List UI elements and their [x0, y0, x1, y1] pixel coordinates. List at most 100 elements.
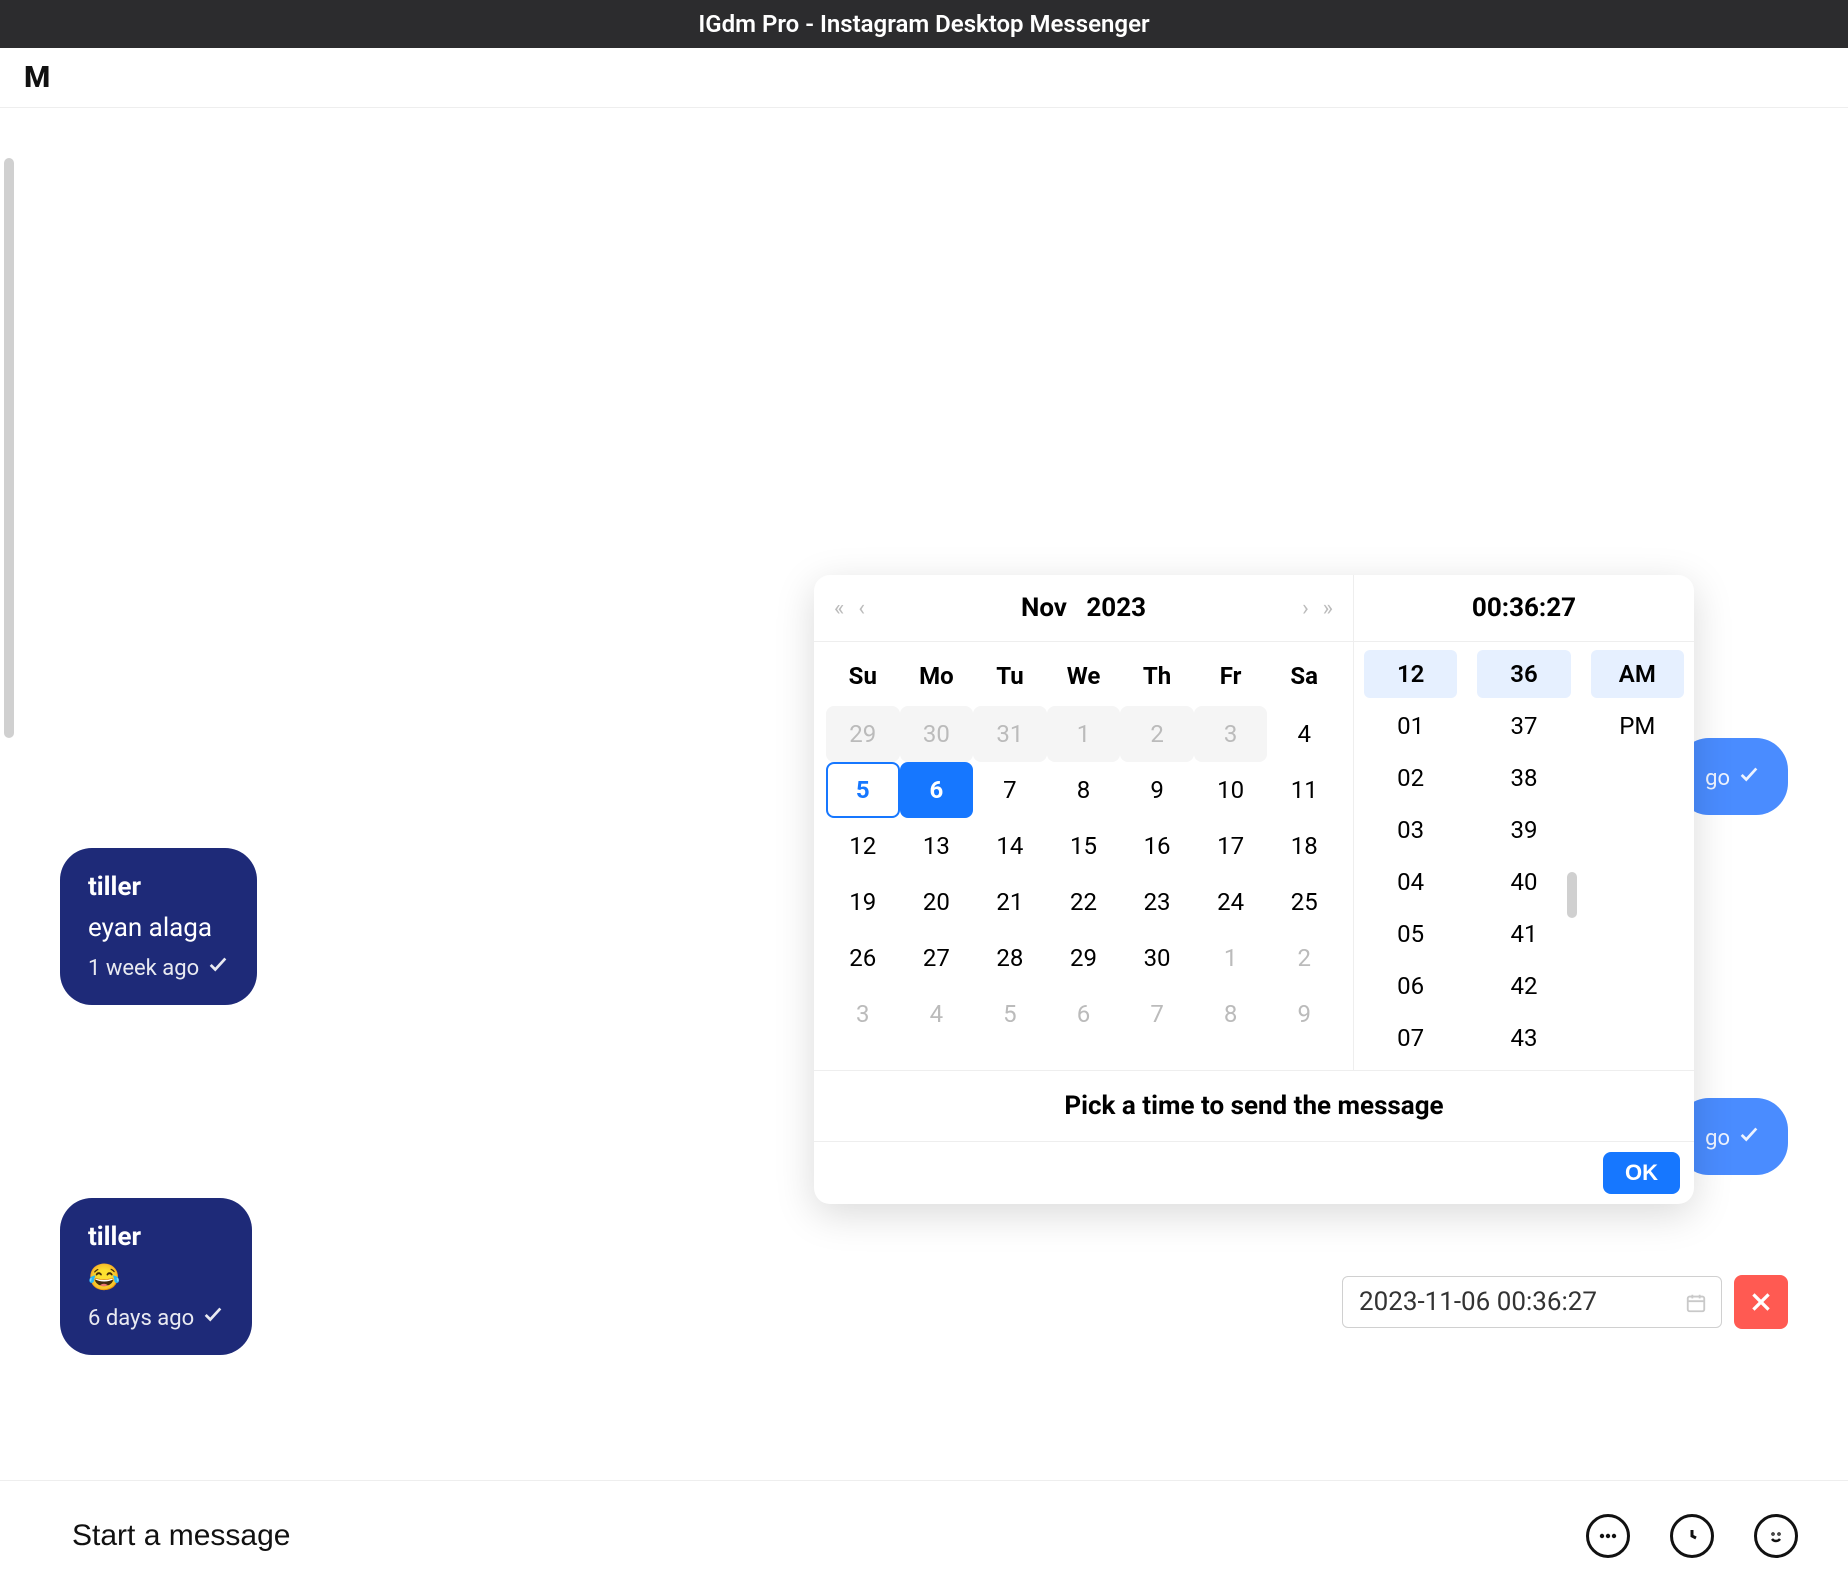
app-title: IGdm Pro - Instagram Desktop Messenger [698, 10, 1149, 38]
scrollbar[interactable] [4, 158, 14, 738]
minute-column[interactable]: 36 37 38 39 40 41 42 43 [1467, 642, 1580, 1070]
minute-option[interactable]: 39 [1477, 806, 1570, 854]
day-cell[interactable]: 15 [1047, 818, 1121, 874]
weekday-header: Su Mo Tu We Th Fr Sa [814, 642, 1353, 706]
weekday: Su [826, 652, 900, 700]
day-cell[interactable]: 9 [1120, 762, 1194, 818]
day-cell[interactable]: 28 [973, 930, 1047, 986]
day-cell-selected[interactable]: 6 [900, 762, 974, 818]
minute-option[interactable]: 36 [1477, 650, 1570, 698]
calendar-icon [1685, 1291, 1707, 1313]
day-cell[interactable]: 14 [973, 818, 1047, 874]
day-cell[interactable]: 22 [1047, 874, 1121, 930]
scrollbar[interactable] [1567, 872, 1577, 918]
check-icon [202, 1302, 224, 1335]
hour-option[interactable]: 04 [1364, 858, 1457, 906]
day-cell[interactable]: 29 [1047, 930, 1121, 986]
message-received[interactable]: tiller eyan alaga 1 week ago [60, 848, 257, 1005]
day-cell[interactable]: 26 [826, 930, 900, 986]
picker-hint: Pick a time to send the message [814, 1070, 1694, 1141]
day-cell[interactable]: 12 [826, 818, 900, 874]
day-cell[interactable]: 4 [900, 986, 974, 1042]
day-cell[interactable]: 3 [826, 986, 900, 1042]
hour-option[interactable]: 06 [1364, 962, 1457, 1010]
time-label: 00:36:27 [1354, 575, 1694, 642]
message-received[interactable]: tiller 😂 6 days ago [60, 1198, 252, 1355]
day-cell[interactable]: 19 [826, 874, 900, 930]
day-cell[interactable]: 17 [1194, 818, 1268, 874]
hour-option[interactable]: 05 [1364, 910, 1457, 958]
timestamp-text: go [1705, 762, 1730, 795]
day-cell[interactable]: 30 [900, 706, 974, 762]
minute-option[interactable]: 38 [1477, 754, 1570, 802]
prev-month-button[interactable]: ‹ [858, 596, 865, 621]
prev-year-button[interactable]: « [834, 596, 844, 621]
weekday: Sa [1267, 652, 1341, 700]
hour-option[interactable]: 02 [1364, 754, 1457, 802]
day-cell[interactable]: 25 [1267, 874, 1341, 930]
day-cell[interactable]: 3 [1194, 706, 1268, 762]
day-cell[interactable]: 16 [1120, 818, 1194, 874]
day-cell[interactable]: 2 [1120, 706, 1194, 762]
day-cell[interactable]: 6 [1047, 986, 1121, 1042]
ampm-option[interactable]: AM [1591, 650, 1684, 698]
day-cell[interactable]: 8 [1194, 986, 1268, 1042]
day-cell[interactable]: 31 [973, 706, 1047, 762]
day-cell[interactable]: 23 [1120, 874, 1194, 930]
cancel-schedule-button[interactable] [1734, 1275, 1788, 1329]
message-input[interactable] [72, 1519, 1586, 1553]
hour-option[interactable]: 03 [1364, 806, 1457, 854]
message-text: 😂 [88, 1259, 224, 1298]
day-cell[interactable]: 30 [1120, 930, 1194, 986]
day-cell[interactable]: 11 [1267, 762, 1341, 818]
day-cell[interactable]: 20 [900, 874, 974, 930]
message-sender: tiller [88, 1218, 224, 1257]
ampm-column[interactable]: AM PM [1581, 642, 1694, 1070]
day-cell[interactable]: 18 [1267, 818, 1341, 874]
chat-header: M [0, 48, 1848, 108]
year-label: 2023 [1086, 593, 1146, 623]
day-cell[interactable]: 8 [1047, 762, 1121, 818]
emoji-button[interactable] [1754, 1514, 1798, 1558]
attachment-button[interactable] [1586, 1514, 1630, 1558]
day-cell[interactable]: 10 [1194, 762, 1268, 818]
ok-button[interactable]: OK [1603, 1152, 1680, 1194]
message-timestamp: 6 days ago [88, 1302, 224, 1335]
day-cell[interactable]: 29 [826, 706, 900, 762]
day-cell[interactable]: 9 [1267, 986, 1341, 1042]
hour-option[interactable]: 07 [1364, 1014, 1457, 1062]
ampm-option[interactable]: PM [1591, 702, 1684, 750]
schedule-datetime-input[interactable]: 2023-11-06 00:36:27 [1342, 1276, 1722, 1328]
next-year-button[interactable]: » [1323, 596, 1333, 621]
day-cell[interactable]: 7 [973, 762, 1047, 818]
minute-option[interactable]: 41 [1477, 910, 1570, 958]
day-cell[interactable]: 21 [973, 874, 1047, 930]
check-icon [207, 952, 229, 985]
minute-option[interactable]: 37 [1477, 702, 1570, 750]
avatar[interactable]: M [24, 60, 50, 95]
next-month-button[interactable]: › [1302, 596, 1309, 621]
message-sender: tiller [88, 868, 229, 907]
hour-column[interactable]: 12 01 02 03 04 05 06 07 [1354, 642, 1467, 1070]
day-cell[interactable]: 1 [1047, 706, 1121, 762]
minute-option[interactable]: 40 [1477, 858, 1570, 906]
day-cell[interactable]: 1 [1194, 930, 1268, 986]
hour-option[interactable]: 01 [1364, 702, 1457, 750]
hour-option[interactable]: 12 [1364, 650, 1457, 698]
day-cell[interactable]: 7 [1120, 986, 1194, 1042]
month-label: Nov [1021, 593, 1067, 623]
schedule-datetime-value: 2023-11-06 00:36:27 [1359, 1287, 1597, 1317]
day-cell[interactable]: 24 [1194, 874, 1268, 930]
day-cell[interactable]: 5 [973, 986, 1047, 1042]
minute-option[interactable]: 43 [1477, 1014, 1570, 1062]
check-icon [1738, 762, 1760, 795]
day-cell[interactable]: 4 [1267, 706, 1341, 762]
schedule-button[interactable] [1670, 1514, 1714, 1558]
timestamp-text: go [1705, 1122, 1730, 1155]
calendar-title[interactable]: Nov 2023 [1021, 593, 1146, 623]
day-cell[interactable]: 27 [900, 930, 974, 986]
day-cell[interactable]: 2 [1267, 930, 1341, 986]
day-cell-today[interactable]: 5 [826, 762, 900, 818]
minute-option[interactable]: 42 [1477, 962, 1570, 1010]
day-cell[interactable]: 13 [900, 818, 974, 874]
